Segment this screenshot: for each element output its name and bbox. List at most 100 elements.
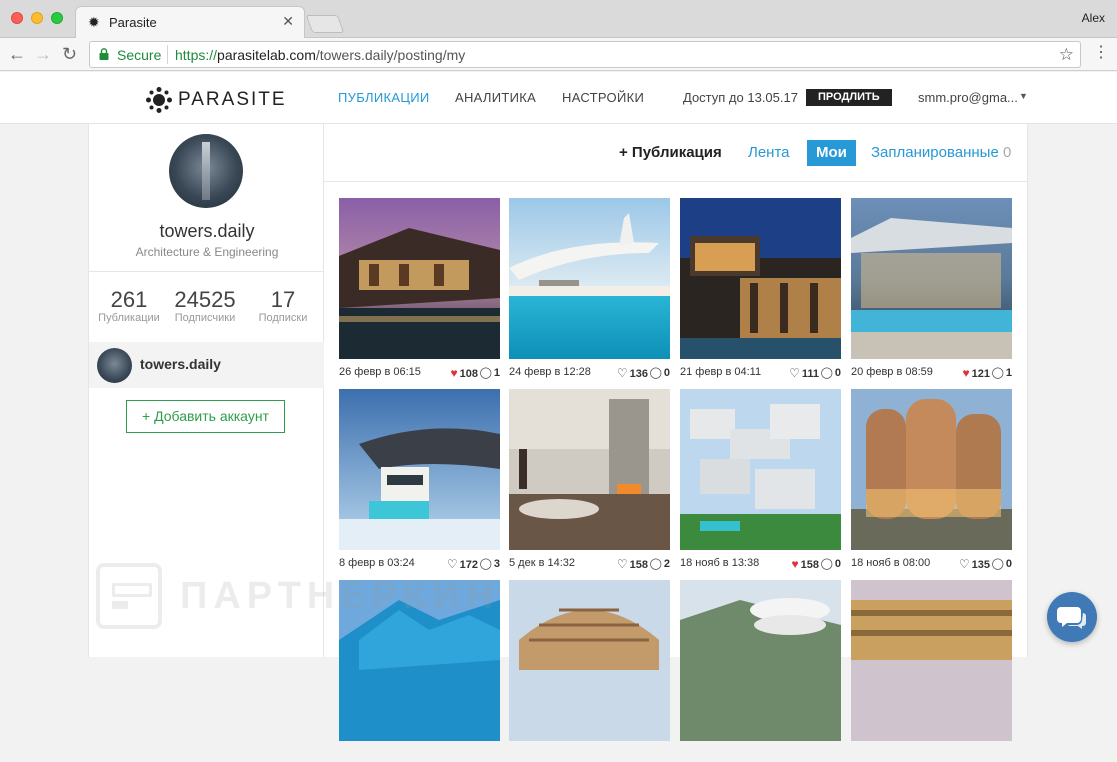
extend-button[interactable]: ПРОДЛИТЬ [806, 89, 892, 106]
post-card[interactable] [851, 580, 1012, 762]
new-publication-button[interactable]: + Публикация [619, 144, 722, 161]
post-date: 20 февр в 08:59 [851, 366, 933, 378]
tab-mine[interactable]: Мои [807, 140, 856, 166]
comment-bubble-icon: ◯ [820, 558, 833, 570]
comments-count: 0 [663, 367, 670, 379]
account-list-item[interactable]: towers.daily [89, 342, 325, 388]
post-likes[interactable]: ♡ 135 [959, 557, 990, 571]
post-thumbnail[interactable] [339, 580, 500, 741]
heart-outline-icon: ♡ [446, 557, 458, 571]
post-thumbnail[interactable] [509, 198, 670, 359]
likes-count: 172 [459, 559, 478, 571]
post-thumbnail[interactable] [339, 389, 500, 550]
parasite-favicon-icon: ✹ [88, 14, 100, 30]
post-thumbnail[interactable] [339, 198, 500, 359]
post-likes[interactable]: ♥ 158 [792, 557, 819, 571]
post-comments[interactable]: ◯ 2 [650, 557, 670, 570]
forward-arrow-icon[interactable]: → [34, 43, 52, 65]
stat-publications: 261 Публикации [89, 288, 169, 325]
close-window-icon[interactable] [11, 12, 23, 24]
add-account-button[interactable]: + Добавить аккаунт [126, 400, 285, 433]
post-card[interactable]: 26 февр в 06:15 ♥ 108 ◯ 1 [339, 198, 500, 380]
post-likes[interactable]: ♥ 108 [451, 366, 478, 380]
post-card[interactable]: 18 нояб в 13:38 ♥ 158 ◯ 0 [680, 389, 841, 571]
posts-panel: + Публикация Лента Мои Запланированные 0 [324, 124, 1028, 741]
post-card[interactable]: 20 февр в 08:59 ♥ 121 ◯ 1 [851, 198, 1012, 380]
post-thumbnail[interactable] [680, 198, 841, 359]
stat-following: 17 Подписки [249, 287, 317, 325]
post-likes[interactable]: ♡ 136 [617, 366, 648, 380]
post-thumbnail[interactable] [509, 389, 670, 550]
user-email-dropdown[interactable]: smm.pro@gma... [918, 90, 1018, 105]
likes-count: 111 [801, 368, 819, 380]
post-thumbnail[interactable] [851, 198, 1012, 359]
parasite-logo-icon [146, 87, 172, 113]
browser-profile-name[interactable]: Alex [1082, 11, 1105, 25]
post-card[interactable]: 5 дек в 14:32 ♡ 158 ◯ 2 [509, 389, 670, 571]
chat-button[interactable] [1047, 592, 1097, 642]
post-thumbnail[interactable] [509, 580, 670, 741]
comment-bubble-icon: ◯ [820, 367, 833, 379]
comment-bubble-icon: ◯ [991, 558, 1004, 570]
minimize-window-icon[interactable] [31, 12, 43, 24]
menu-item-settings[interactable]: Настройки [562, 90, 644, 105]
likes-count: 136 [629, 368, 648, 380]
post-likes[interactable]: ♡ 111 [789, 366, 819, 380]
heart-icon: ♥ [450, 366, 458, 380]
profile-avatar [169, 134, 243, 208]
post-thumbnail[interactable] [680, 389, 841, 550]
post-card[interactable]: 8 февр в 03:24 ♡ 172 ◯ 3 [339, 389, 500, 571]
post-likes[interactable]: ♥ 121 [963, 366, 990, 380]
likes-count: 158 [629, 559, 648, 571]
browser-tab[interactable]: ✹ Parasite ✕ [75, 6, 305, 38]
comments-count: 0 [834, 367, 841, 379]
post-thumbnail[interactable] [851, 580, 1012, 741]
stat-label: Подписки [258, 312, 308, 324]
logo[interactable]: PARASITE [146, 87, 287, 113]
comment-bubble-icon: ◯ [479, 558, 492, 570]
post-card[interactable] [509, 580, 670, 762]
menu-item-analytics[interactable]: Аналитика [455, 90, 536, 105]
post-date: 8 февр в 03:24 [339, 557, 415, 569]
menu-item-publications[interactable]: Публикации [338, 90, 430, 105]
comment-bubble-icon: ◯ [649, 558, 662, 570]
post-card[interactable] [680, 580, 841, 762]
post-likes[interactable]: ♡ 158 [617, 557, 648, 571]
browser-menu-icon[interactable]: ⋮ [1093, 43, 1109, 63]
post-thumbnail[interactable] [851, 389, 1012, 550]
post-thumbnail[interactable] [680, 580, 841, 741]
post-comments[interactable]: ◯ 0 [992, 557, 1012, 570]
bookmark-star-icon[interactable]: ☆ [1059, 45, 1074, 65]
profile-username: towers.daily [159, 221, 255, 241]
tab-feed[interactable]: Лента [748, 144, 790, 161]
likes-count: 135 [971, 559, 990, 571]
post-comments[interactable]: ◯ 0 [821, 557, 841, 570]
address-bar[interactable]: Secure https://parasitelab.com/towers.da… [89, 41, 1081, 68]
post-card[interactable]: 18 нояб в 08:00 ♡ 135 ◯ 0 [851, 389, 1012, 571]
comment-bubble-icon: ◯ [991, 367, 1004, 379]
account-name: towers.daily [140, 356, 221, 372]
url-text[interactable]: https://parasitelab.com/towers.daily/pos… [175, 47, 465, 63]
post-comments[interactable]: ◯ 0 [821, 366, 841, 379]
tab-scheduled[interactable]: Запланированные 0 [871, 144, 1011, 161]
reload-icon[interactable]: ↻ [62, 43, 77, 65]
post-comments[interactable]: ◯ 3 [480, 557, 500, 570]
lock-icon [99, 48, 109, 60]
post-date: 18 нояб в 08:00 [851, 557, 931, 569]
chevron-down-icon[interactable]: ▼ [1019, 91, 1028, 101]
stat-value: 17 [270, 287, 296, 312]
tab-close-icon[interactable]: ✕ [282, 13, 294, 30]
post-comments[interactable]: ◯ 0 [650, 366, 670, 379]
post-card[interactable]: 24 февр в 12:28 ♡ 136 ◯ 0 [509, 198, 670, 380]
likes-count: 108 [459, 368, 478, 380]
post-likes[interactable]: ♡ 172 [447, 557, 478, 571]
comments-count: 3 [493, 558, 500, 570]
post-card[interactable]: 21 февр в 04:11 ♡ 111 ◯ 0 [680, 198, 841, 380]
post-comments[interactable]: ◯ 1 [480, 366, 500, 379]
post-comments[interactable]: ◯ 1 [992, 366, 1012, 379]
post-card[interactable] [339, 580, 500, 762]
likes-count: 158 [800, 559, 819, 571]
back-arrow-icon[interactable]: ← [8, 43, 26, 65]
new-tab-button[interactable] [305, 15, 345, 33]
maximize-window-icon[interactable] [51, 12, 63, 24]
